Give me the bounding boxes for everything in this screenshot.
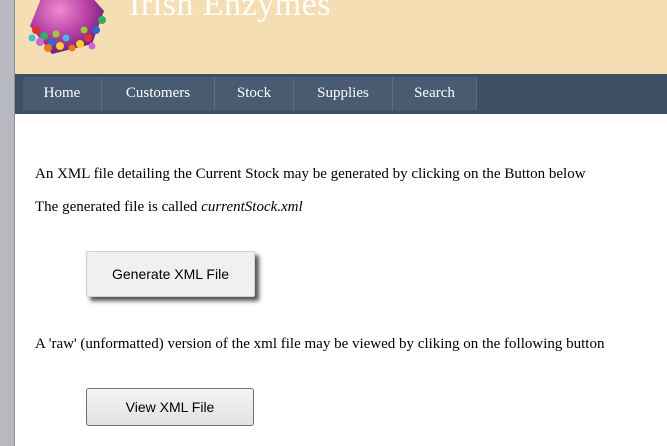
window-left-edge [0,0,15,446]
enzyme-logo-icon [28,0,106,54]
site-title: Irish Enzymes [129,0,331,23]
generated-file-prefix: The generated file is called [35,199,198,215]
generated-filename: currentStock.xml [201,199,303,215]
nav-customers[interactable]: Customers [102,77,215,110]
view-xml-button[interactable]: View XML File [86,388,254,426]
main-nav: Home Customers Stock Supplies Search [15,74,667,114]
generate-xml-button[interactable]: Generate XML File [86,251,255,297]
generated-file-note: The generated file is called currentStoc… [35,199,303,216]
raw-view-text: A 'raw' (unformatted) version of the xml… [35,336,605,352]
nav-search[interactable]: Search [393,77,477,110]
nav-home[interactable]: Home [23,77,102,110]
intro-text: An XML file detailing the Current Stock … [35,166,586,182]
nav-stock[interactable]: Stock [215,77,294,110]
site-header: Irish Enzymes [15,0,667,74]
nav-supplies[interactable]: Supplies [294,77,393,110]
